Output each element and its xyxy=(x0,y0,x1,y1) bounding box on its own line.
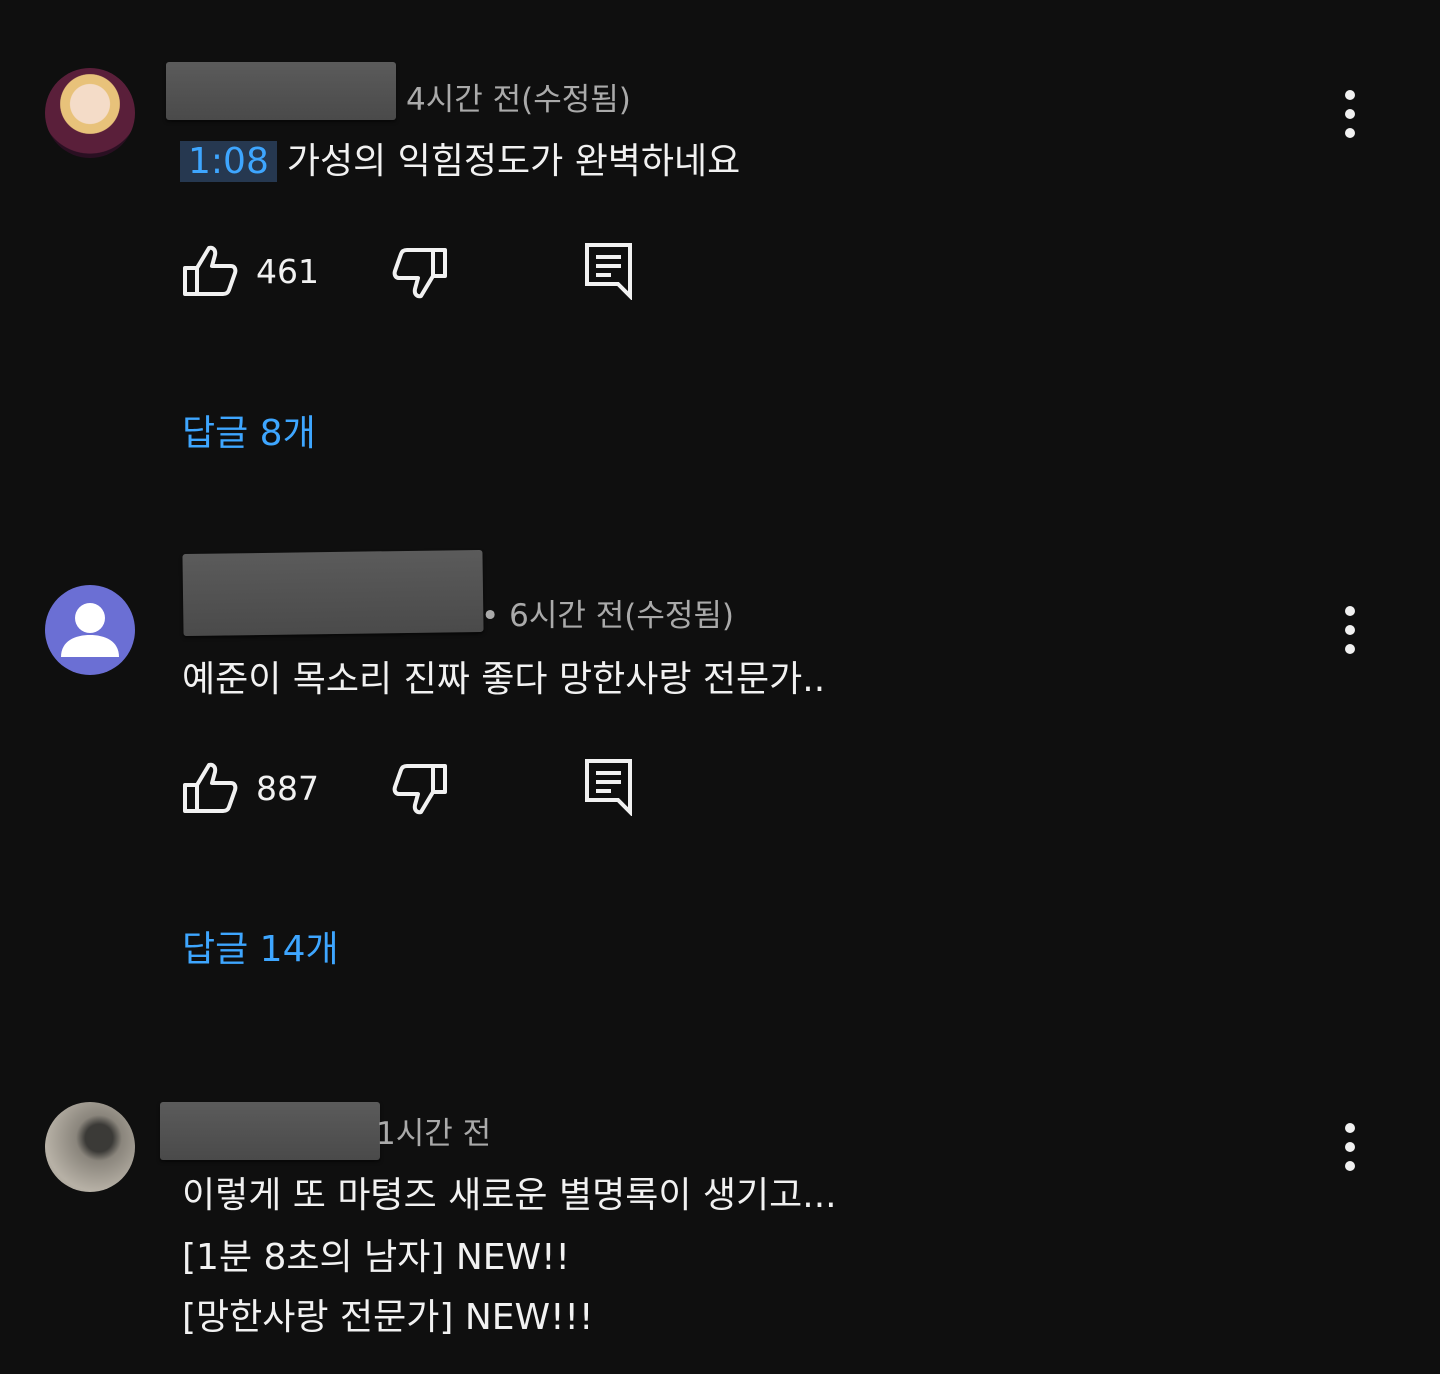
comment-3: 1시간 전 이렇게 또 마텽즈 새로운 별명록이 생기고... [1분 8초의 … xyxy=(0,0,1440,1374)
comment-time: 1시간 전 xyxy=(376,1116,492,1152)
avatar[interactable] xyxy=(45,1102,135,1192)
redacted-username xyxy=(160,1102,380,1160)
comment-line-1: 이렇게 또 마텽즈 새로운 별명록이 생기고... xyxy=(182,1175,837,1216)
more-options-button[interactable] xyxy=(1334,1121,1366,1173)
comment-line-2: [1분 8초의 남자] NEW!! xyxy=(182,1237,570,1278)
comment-line-3: [망한사랑 전문가] NEW!!! xyxy=(182,1297,594,1338)
